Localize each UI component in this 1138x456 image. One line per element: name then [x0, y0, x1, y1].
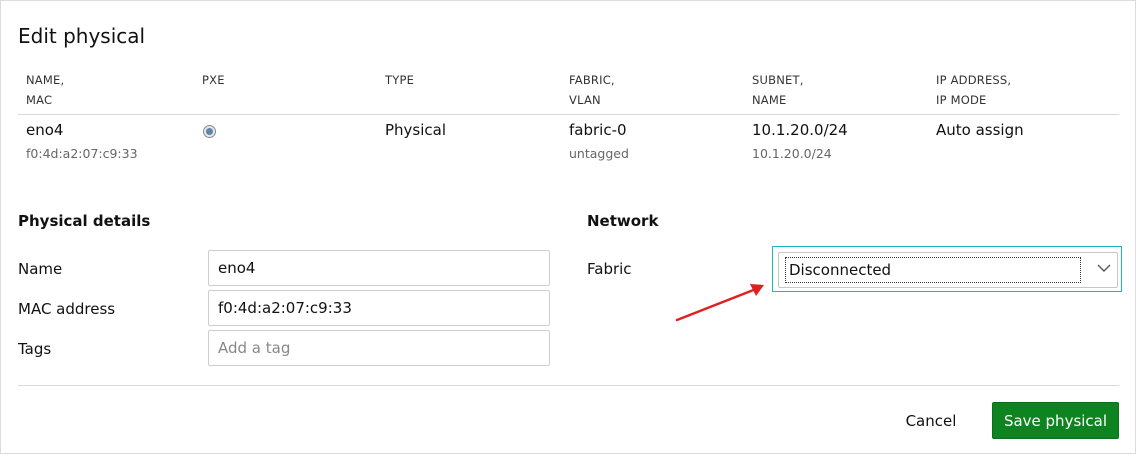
save-physical-button[interactable]: Save physical — [992, 402, 1119, 439]
col-header-subnet-name: SUBNET, NAME — [752, 70, 804, 110]
row-ip-mode: Auto assign — [936, 121, 1024, 139]
fabric-label: Fabric — [587, 260, 632, 278]
fabric-select-value[interactable]: Disconnected — [785, 257, 1081, 283]
pxe-radio[interactable] — [203, 125, 216, 138]
row-subnet: 10.1.20.0/24 — [752, 121, 848, 139]
col-header-line: IP MODE — [936, 93, 987, 107]
col-header-name-mac: NAME, MAC — [26, 70, 64, 110]
table-header-divider — [18, 114, 1119, 115]
cancel-button[interactable]: Cancel — [893, 403, 969, 439]
col-header-pxe: PXE — [202, 70, 225, 90]
row-subnet-name: 10.1.20.0/24 — [752, 146, 832, 161]
col-header-line: TYPE — [385, 73, 415, 87]
dialog-title: Edit physical — [18, 24, 146, 48]
col-header-line: SUBNET, — [752, 73, 804, 87]
col-header-line: PXE — [202, 73, 225, 87]
col-header-line: VLAN — [569, 93, 601, 107]
tags-input[interactable] — [208, 330, 550, 366]
row-type: Physical — [385, 121, 447, 139]
col-header-fabric-vlan: FABRIC, VLAN — [569, 70, 615, 110]
row-mac: f0:4d:a2:07:c9:33 — [26, 146, 138, 161]
name-label: Name — [18, 260, 63, 278]
col-header-line: NAME, — [26, 73, 65, 87]
network-title: Network — [587, 212, 659, 230]
row-vlan: untagged — [569, 146, 629, 161]
mac-address-input[interactable] — [208, 290, 550, 326]
chevron-down-icon[interactable] — [1097, 263, 1111, 273]
col-header-line: IP ADDRESS, — [936, 73, 1012, 87]
physical-details-title: Physical details — [18, 212, 151, 230]
annotation-arrow-icon — [675, 284, 764, 322]
row-name: eno4 — [26, 121, 64, 139]
name-input[interactable] — [208, 250, 550, 286]
pxe-radio-dot — [206, 128, 213, 135]
mac-address-label: MAC address — [18, 300, 116, 318]
footer-divider — [18, 385, 1119, 386]
col-header-line: FABRIC, — [569, 73, 615, 87]
col-header-ip-address-mode: IP ADDRESS, IP MODE — [936, 70, 1011, 110]
col-header-line: MAC — [26, 93, 53, 107]
col-header-line: NAME — [752, 93, 787, 107]
row-fabric: fabric-0 — [569, 121, 627, 139]
col-header-type: TYPE — [385, 70, 414, 90]
tags-label: Tags — [18, 340, 52, 358]
